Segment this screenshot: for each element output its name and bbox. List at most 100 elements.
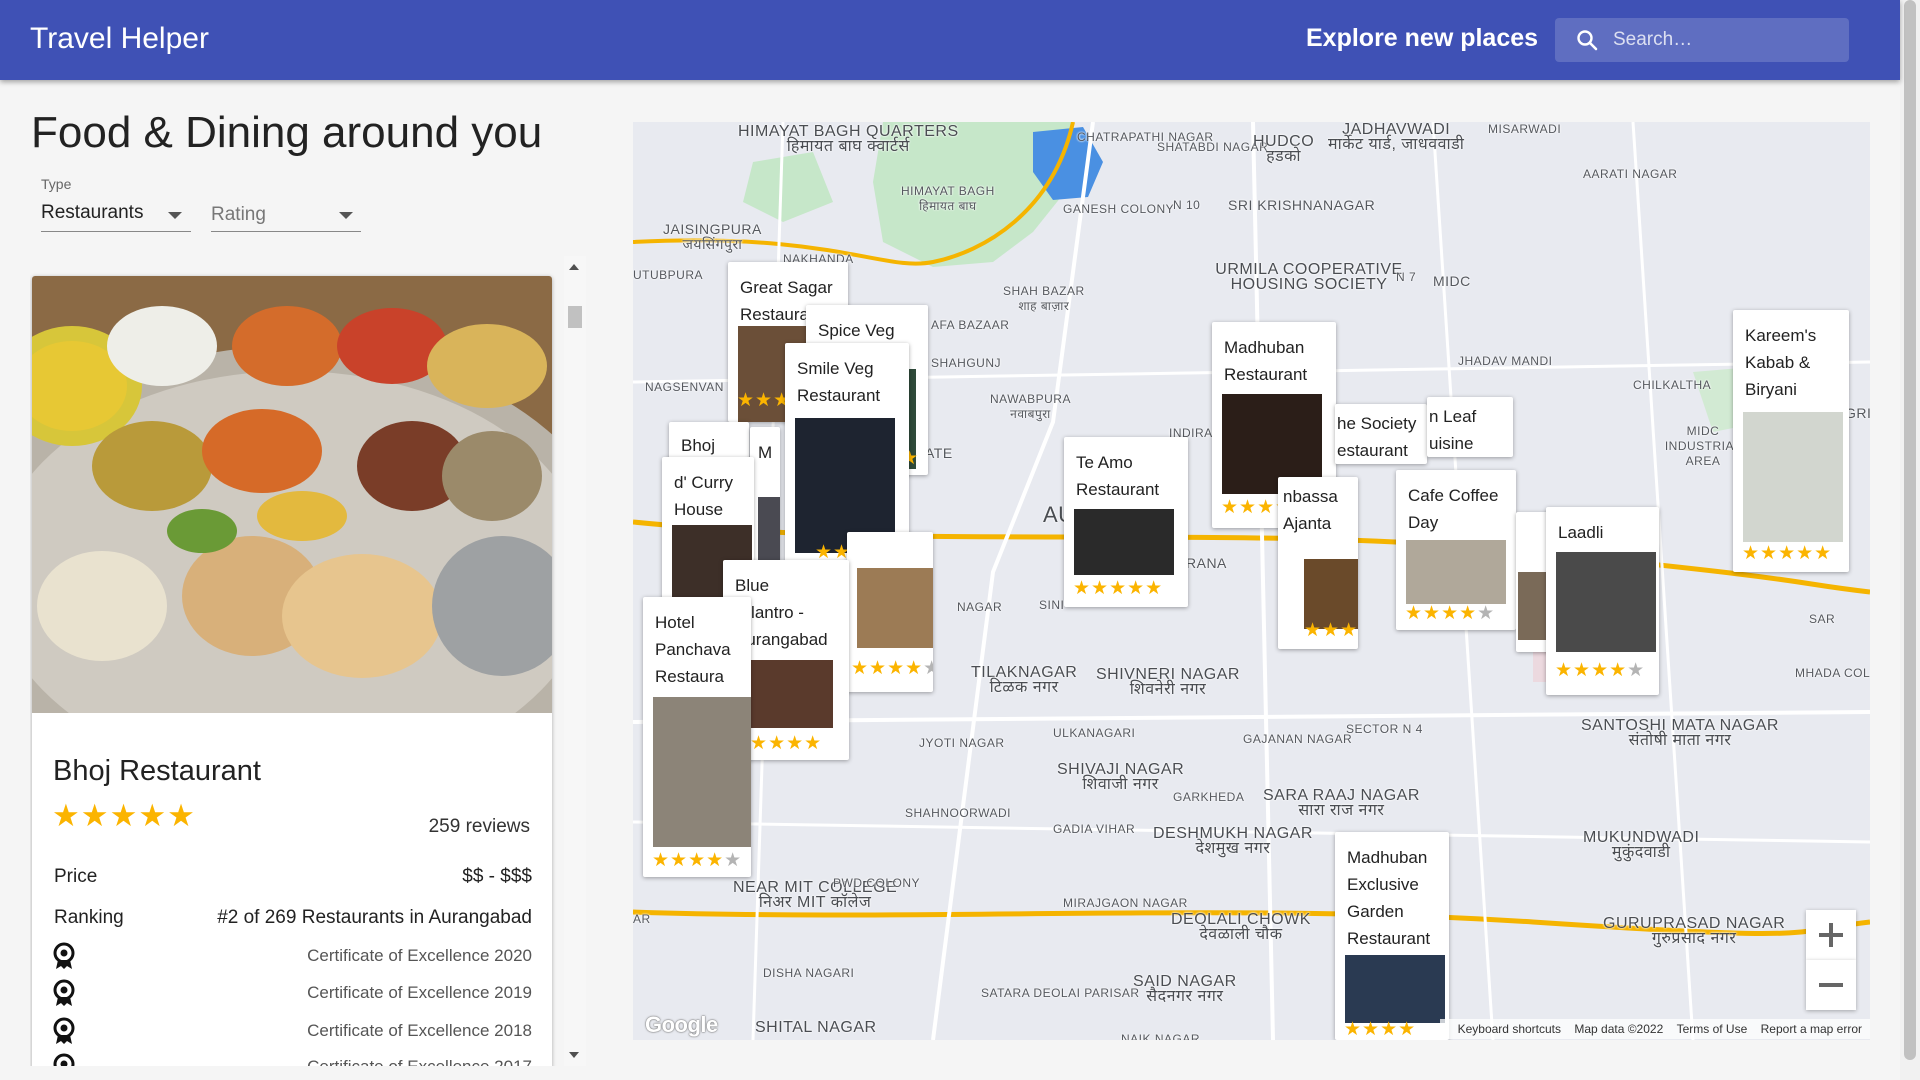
map-label: MISARWADI (1488, 122, 1562, 136)
award-row: Certificate of Excellence 2019 (52, 979, 532, 1009)
price-row: Price $$ - $$$ (54, 866, 532, 888)
map-attribution: Keyboard shortcuts Map data ©2022 Terms … (1439, 1019, 1870, 1039)
map-restaurant-name: Bhoj (681, 436, 716, 455)
map-label: MIDC (1433, 273, 1471, 289)
map-label: SRI KRISHNANAGAR (1228, 197, 1376, 213)
google-logo[interactable]: Google (645, 1012, 718, 1038)
map-restaurant-card[interactable]: Cafe Coffee Day ★★★★★ (1396, 470, 1516, 630)
map-label: NAWABPURA नवाबपुरा (990, 392, 1071, 421)
terms-of-use-link[interactable]: Terms of Use (1677, 1022, 1748, 1036)
map-rating-stars: ★★★★★ (1742, 543, 1833, 564)
award-medal-icon (53, 979, 75, 1006)
map-label: SINI (1039, 598, 1065, 612)
map-restaurant-card[interactable]: nbassa Ajanta ★★★ (1278, 477, 1358, 649)
search-icon (1577, 30, 1598, 51)
map-label: JYOTI NAGAR (919, 736, 1005, 750)
map-label: PWD COLONY (833, 876, 921, 890)
award-medal-icon (53, 942, 75, 969)
map-label: ATE (925, 445, 953, 461)
rating-select[interactable]: Rating (201, 170, 361, 232)
map-label: HIMAYAT BAGH QUARTERS हिमायत बाघ क्वार्टर… (738, 123, 959, 155)
award-medal-icon (53, 1017, 75, 1044)
map-rating-stars: ★★★★★ (652, 850, 743, 871)
map-label: JADHAVWADI मार्केट यार्ड, जाधववाडी (1328, 122, 1465, 153)
page-title: Food & Dining around you (31, 108, 543, 157)
map-restaurant-name: Kareem's Kabab & Biryani (1745, 326, 1817, 399)
map-restaurant-card[interactable]: Te Amo Restaurant ★★★★★ (1064, 437, 1188, 607)
scroll-up-icon[interactable] (569, 264, 579, 270)
map-label: RANA (1186, 555, 1227, 571)
report-map-error-link[interactable]: Report a map error (1761, 1022, 1862, 1036)
map-label: HIMAYAT BAGH हिमायत बाघ (901, 184, 995, 213)
map-label: SATARA DEOLAI PARISAR (981, 986, 1140, 1000)
window-scrollbar-thumb[interactable] (1904, 0, 1916, 1060)
search-box[interactable] (1555, 18, 1849, 62)
map-restaurant-card[interactable]: Madhuban Exclusive Garden Restaurant ★★★… (1335, 832, 1449, 1040)
map-label: JAISINGPURA जयसिंगपुरा (663, 221, 762, 252)
map-label: AR (633, 912, 651, 926)
map[interactable]: HIMAYAT BAGH QUARTERS हिमायत बाघ क्वार्टर… (633, 122, 1870, 1040)
zoom-out-button[interactable] (1806, 960, 1856, 1010)
zoom-in-button[interactable] (1806, 910, 1856, 960)
map-restaurant-name: Madhuban Exclusive Garden Restaurant (1347, 848, 1431, 948)
scroll-down-icon[interactable] (569, 1052, 579, 1058)
map-label: SECTOR N 4 (1346, 722, 1423, 736)
map-label: AARATI NAGAR (1583, 167, 1678, 181)
app-title[interactable]: Travel Helper (30, 22, 209, 56)
map-label: SHAHNOORWADI (905, 806, 1012, 820)
review-count: 259 reviews (428, 816, 530, 837)
type-select[interactable]: Type Restaurants (31, 170, 191, 232)
type-select-value[interactable]: Restaurants (41, 202, 143, 224)
keyboard-shortcuts-link[interactable]: Keyboard shortcuts (1458, 1022, 1561, 1036)
window-scrollbar[interactable] (1900, 0, 1920, 1080)
map-label: DISHA NAGARI (763, 966, 855, 980)
restaurant-card[interactable]: Bhoj Restaurant ★★★★★ 259 reviews Price … (32, 276, 552, 1066)
map-rating-stars: ★★★★★ (851, 658, 933, 679)
map-label: JHADAV MANDI (1458, 354, 1553, 368)
price-label: Price (54, 866, 98, 887)
map-restaurant-card[interactable]: Smile Veg Restaurant ★★★★ (785, 343, 909, 563)
map-restaurant-name: M (758, 443, 773, 462)
map-label: MIRAJGAON NAGAR (1063, 896, 1188, 910)
award-medal-icon (53, 1053, 75, 1066)
map-restaurant-photo (1518, 572, 1548, 640)
map-restaurant-card[interactable]: Hotel Panchava Restaura ★★★★★ (643, 597, 751, 877)
restaurant-list[interactable]: Bhoj Restaurant ★★★★★ 259 reviews Price … (30, 256, 587, 1066)
map-restaurant-photo (1345, 955, 1445, 1023)
list-scrollbar-thumb[interactable] (568, 306, 582, 328)
award-text: Certificate of Excellence 2020 (307, 946, 532, 965)
map-label: GADIA VIHAR (1053, 822, 1136, 836)
map-restaurant-card[interactable]: he Society estaurant (1335, 404, 1427, 464)
map-label: MHADA COLONY (1795, 666, 1870, 680)
restaurant-photo (32, 276, 552, 713)
map-label: URMILA COOPERATIVE HOUSING SOCIETY (1215, 261, 1403, 293)
map-data-text: Map data ©2022 (1574, 1022, 1664, 1036)
map-restaurant-card[interactable]: n Leaf uisine (1427, 397, 1513, 457)
map-restaurant-name: n Leaf uisine (1429, 407, 1477, 453)
map-label: GURUPRASAD NAGAR गुरुप्रसाद नगर (1603, 915, 1786, 947)
map-label: GANESH COLONY (1063, 202, 1175, 216)
map-label: SHAH BAZAR शाह बाज़ार (1003, 284, 1085, 313)
map-label: CHILKALTHA (1633, 378, 1712, 392)
explore-new-places-link[interactable]: Explore new places (1306, 24, 1538, 53)
map-label: SARA RAAJ NAGAR सारा राज नगर (1263, 787, 1420, 819)
map-label: N 7 (1396, 270, 1417, 284)
map-label: SHIVAJI NAGAR शिवाजी नगर (1057, 761, 1185, 793)
map-rating-stars: ★★★★★ (1405, 603, 1496, 624)
map-restaurant-card[interactable]: Kareem's Kabab & Biryani ★★★★★ (1733, 310, 1849, 572)
list-scrollbar[interactable] (564, 256, 586, 1066)
map-label: NAGSENVAN (645, 380, 724, 394)
map-label: SHITAL NAGAR (755, 1019, 877, 1036)
map-restaurant-card[interactable]: Laadli ★★★★★ (1546, 507, 1659, 695)
map-label: MUKUNDWADI मुकुंदवाडी (1583, 829, 1700, 861)
rating-select-placeholder[interactable]: Rating (211, 204, 266, 226)
type-select-label: Type (41, 176, 72, 192)
map-label: SAID NAGAR सैदनगर नगर (1133, 973, 1237, 1005)
map-label: NAIK NAGAR (1121, 1032, 1201, 1040)
search-input[interactable] (1613, 18, 1833, 62)
map-label: UTUBPURA (633, 268, 704, 282)
ranking-value: #2 of 269 Restaurants in Aurangabad (217, 907, 532, 928)
map-restaurant-card[interactable]: ★★★★★ (847, 532, 933, 692)
restaurant-name: Bhoj Restaurant (53, 755, 261, 787)
map-restaurant-photo (653, 697, 751, 847)
